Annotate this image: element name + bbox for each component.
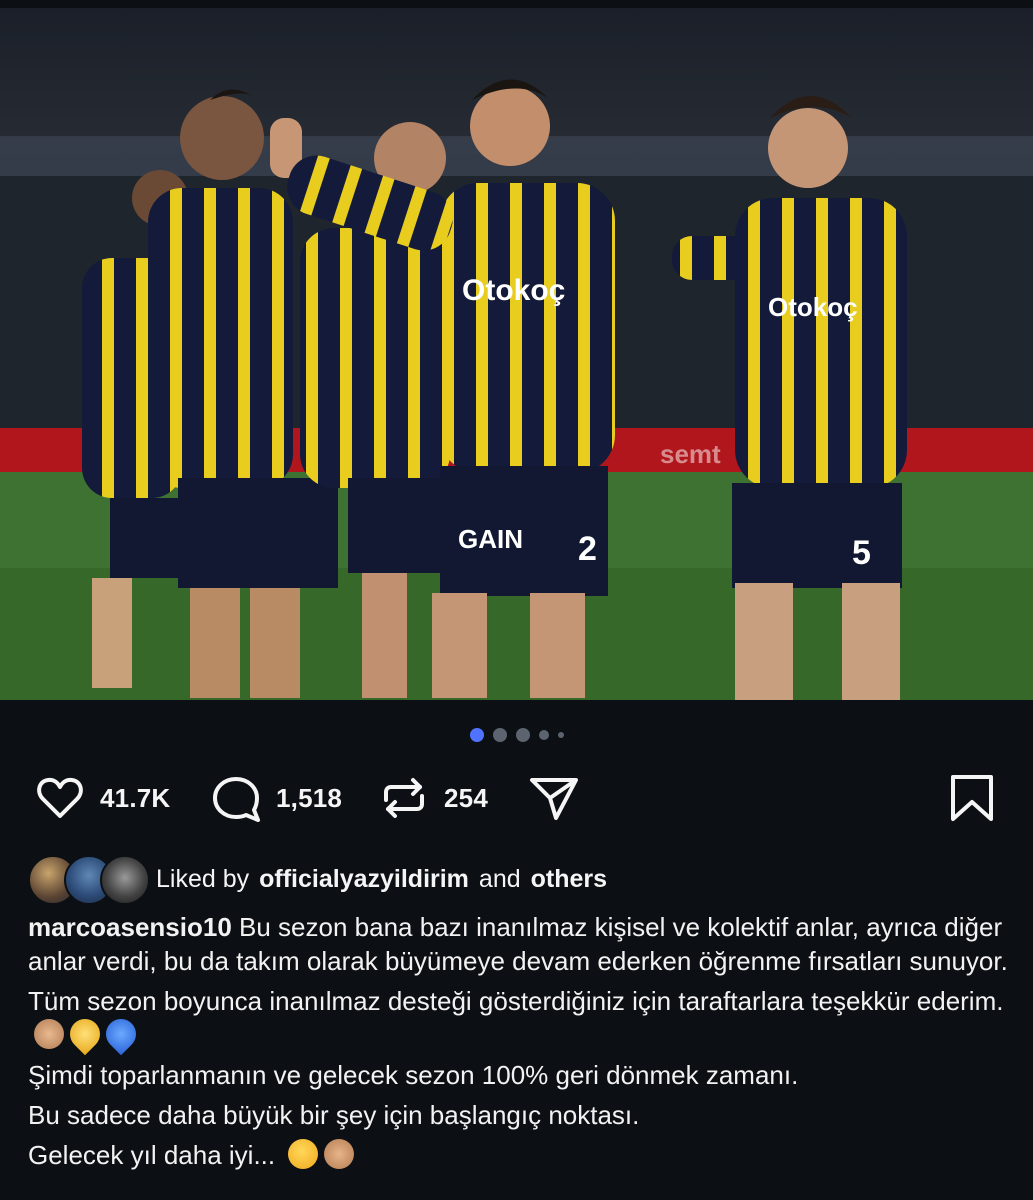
caption-line-4: Bu sadece daha büyük bir şey için başlan… bbox=[28, 1100, 640, 1130]
like-action: 41.7K bbox=[32, 770, 170, 826]
comment-action: 1,518 bbox=[208, 770, 342, 826]
shorts-sponsor-text: GAIN bbox=[458, 524, 523, 554]
jersey-sponsor-text-right: Otokoç bbox=[768, 292, 858, 322]
like-count[interactable]: 41.7K bbox=[100, 783, 170, 814]
post-image[interactable]: semt Otokoç GAIN 2 Otokoç 5 bbox=[0, 8, 1033, 700]
svg-text:semt: semt bbox=[660, 439, 721, 469]
action-bar: 41.7K 1,518 254 bbox=[32, 770, 1002, 828]
avatar bbox=[100, 855, 150, 905]
liked-by-conjunction: and bbox=[478, 864, 521, 893]
carousel-dot-5 bbox=[557, 732, 564, 738]
caption-username-link[interactable]: marcoasensio10 bbox=[28, 912, 232, 942]
carousel-dot-4 bbox=[538, 730, 549, 740]
caption-line-2: Tüm sezon boyunca inanılmaz desteği göst… bbox=[28, 986, 1004, 1016]
carousel-dot-2 bbox=[492, 728, 507, 742]
yellow-heart-icon bbox=[63, 1012, 107, 1056]
share-action bbox=[526, 770, 582, 826]
save-action bbox=[944, 770, 1000, 826]
blue-heart-icon bbox=[99, 1012, 143, 1056]
send-icon[interactable] bbox=[526, 770, 582, 826]
ok-hand-emoji-icon bbox=[324, 1139, 355, 1169]
liked-by-prefix: Liked by bbox=[156, 864, 250, 893]
carousel-indicator bbox=[0, 728, 1033, 742]
heart-icon[interactable] bbox=[32, 770, 88, 826]
jersey-sponsor-text: Otokoç bbox=[462, 274, 565, 307]
caption-line-3: Şimdi toparlanmanın ve gelecek sezon 100… bbox=[28, 1060, 799, 1090]
carousel-dot-1 bbox=[469, 728, 484, 742]
liker-avatars[interactable] bbox=[28, 855, 150, 905]
carousel-dot-3 bbox=[515, 728, 530, 742]
clap-emoji-icon bbox=[34, 1019, 64, 1049]
post-photo-illustration: semt Otokoç GAIN 2 Otokoç 5 bbox=[0, 8, 1033, 700]
comment-icon[interactable] bbox=[208, 770, 264, 826]
repost-count[interactable]: 254 bbox=[444, 783, 488, 814]
liked-by-row[interactable]: Liked by officialyazyildirim and others bbox=[28, 855, 607, 905]
bookmark-icon[interactable] bbox=[944, 770, 1000, 826]
repost-icon[interactable] bbox=[376, 770, 432, 826]
shorts-number-right: 5 bbox=[852, 534, 871, 572]
post-caption: marcoasensio10 Bu sezon bana bazı inanıl… bbox=[28, 910, 1008, 1172]
liked-by-user-link[interactable]: officialyazyildirim bbox=[259, 865, 469, 894]
liked-by-others-link[interactable]: others bbox=[531, 865, 607, 894]
comment-count[interactable]: 1,518 bbox=[276, 783, 342, 814]
wink-emoji-icon bbox=[288, 1139, 319, 1169]
shorts-number-center: 2 bbox=[578, 530, 597, 568]
caption-line-5: Gelecek yıl daha iyi... bbox=[28, 1140, 276, 1170]
repost-action: 254 bbox=[376, 770, 488, 826]
